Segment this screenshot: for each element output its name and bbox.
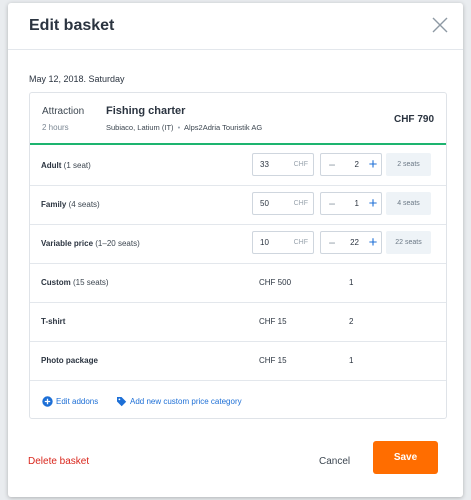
static-price-row: T-shirt CHF 15 2 [30,303,446,342]
price-row-seats-info: (4 seats) [68,200,100,209]
meta-separator: • [177,123,181,132]
price-row-seats-info: (15 seats) [73,278,109,287]
price-row-label: Family (4 seats) [41,200,100,209]
delete-basket-button[interactable]: Delete basket [28,456,89,467]
currency-label: CHF [293,239,308,246]
currency-label: CHF [293,161,308,168]
attraction-meta: Subiaco, Latium (IT) • Alps2Adria Touris… [106,123,262,132]
modal-title: Edit basket [29,17,115,34]
quantity-value: 2 [349,317,354,326]
attraction-header: Attraction 2 hours Fishing charter Subia… [30,93,446,145]
unit-price-value: CHF 15 [259,356,287,365]
attraction-label: Attraction [42,106,85,117]
seats-badge: 4 seats [386,192,431,215]
edit-basket-modal: Edit basket May 12, 2018. Saturday Attra… [8,3,463,497]
increment-button[interactable]: + [366,195,380,213]
seats-badge: 2 seats [386,153,431,176]
quantity-value[interactable]: 1 [339,199,359,208]
modal-footer: Delete basket Cancel Save [8,439,463,497]
unit-price-value: CHF 15 [259,317,287,326]
price-row-name: Family [41,200,67,209]
increment-button[interactable]: + [366,156,380,174]
unit-price-value: CHF 500 [259,278,292,287]
price-row-name: Variable price [41,239,94,248]
price-row: Family (4 seats) 50 CHF − 1 + 4 seats [30,186,446,225]
price-row-label: Photo package [41,356,98,365]
unit-price-input[interactable]: 10 CHF [252,231,314,254]
price-row-name: Adult [41,161,62,170]
unit-price-input[interactable]: 50 CHF [252,192,314,215]
attraction-total-price: CHF 790 [393,114,434,125]
basket-date: May 12, 2018. Saturday [29,74,125,84]
quantity-stepper: − 22 + [320,231,382,254]
basket-item-card: Attraction 2 hours Fishing charter Subia… [29,92,447,419]
price-row: Adult (1 seat) 33 CHF − 2 + 2 seats [30,147,446,186]
static-price-row: Photo package CHF 15 1 [30,342,446,381]
unit-price-value: 50 [260,199,269,208]
price-row-label: Adult (1 seat) [41,161,91,170]
price-row-label: Variable price (1–20 seats) [41,239,140,248]
unit-price-value: 33 [260,160,269,169]
price-row-seats-info: (1 seat) [63,161,91,170]
attraction-location: Subiaco, Latium (IT) [106,123,174,132]
quantity-stepper: − 2 + [320,153,382,176]
close-button[interactable] [431,16,449,34]
add-custom-price-category-label: Add new custom price category [130,397,242,406]
price-row: Variable price (1–20 seats) 10 CHF − 22 … [30,225,446,264]
attraction-name: Fishing charter [106,105,186,117]
unit-price-input[interactable]: 33 CHF [252,153,314,176]
attraction-provider: Alps2Adria Touristik AG [183,123,263,132]
price-row-label: Custom (15 seats) [41,278,109,287]
save-button[interactable]: Save [373,441,438,474]
currency-label: CHF [293,200,308,207]
quantity-value[interactable]: 2 [339,160,359,169]
price-row-name: Photo package [41,356,98,365]
unit-price-value: 10 [260,238,269,247]
cancel-button[interactable]: Cancel [319,456,350,467]
quantity-value: 1 [349,356,354,365]
price-row-label: T-shirt [41,317,65,326]
seats-badge: 22 seats [386,231,431,254]
decrement-button[interactable]: − [326,196,338,212]
quantity-value: 1 [349,278,354,287]
modal-header: Edit basket [8,3,463,50]
price-row-seats-info: (1–20 seats) [95,239,140,248]
quantity-stepper: − 1 + [320,192,382,215]
static-price-row: Custom (15 seats) CHF 500 1 [30,264,446,303]
decrement-button[interactable]: − [326,157,338,173]
increment-button[interactable]: + [366,234,380,252]
decrement-button[interactable]: − [326,235,338,251]
plus-circle-icon [42,396,53,407]
quantity-value[interactable]: 22 [339,238,359,247]
price-row-name: Custom [41,278,71,287]
price-row-name: T-shirt [41,317,66,326]
tag-icon [117,397,127,407]
close-icon [432,17,448,33]
attraction-duration: 2 hours [42,123,69,132]
edit-addons-label: Edit addons [56,397,99,406]
